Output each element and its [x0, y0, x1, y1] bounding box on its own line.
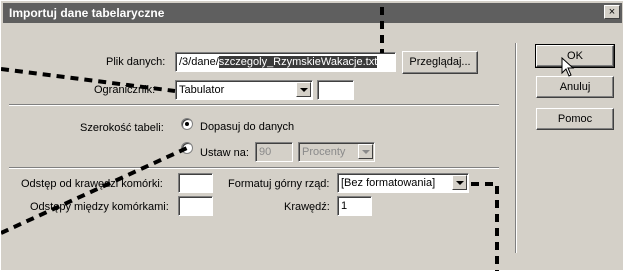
format-row-label: Formatuj górny rząd:	[228, 178, 330, 190]
set-width-label: Ustaw na:	[200, 147, 249, 159]
delimiter-label: Ogranicznik:	[94, 84, 156, 96]
border-input[interactable]: 1	[337, 196, 372, 216]
table-width-label: Szerokość tabeli:	[80, 122, 164, 134]
file-label: Plik danych:	[106, 56, 166, 68]
chevron-down-icon[interactable]	[452, 175, 467, 190]
dialog-title: Importuj dane tabelaryczne	[9, 6, 165, 20]
delimiter-select[interactable]: Tabulator	[175, 80, 313, 100]
callout-lines	[1, 7, 499, 271]
cell-padding-input[interactable]	[178, 173, 213, 193]
fit-to-data-radio[interactable]	[181, 118, 193, 130]
cell-spacing-label: Odstępy między komórkami:	[30, 201, 169, 213]
separator	[9, 104, 499, 106]
cell-spacing-input[interactable]	[178, 196, 213, 216]
chevron-down-icon[interactable]	[296, 82, 311, 97]
file-path-selected: szczegoly_RzymskieWakacje.txt	[218, 56, 378, 68]
close-button[interactable]: ×	[604, 5, 620, 19]
close-icon: ×	[608, 6, 616, 18]
import-table-dialog: Importuj dane tabelaryczne × Plik danych…	[0, 0, 623, 271]
format-row-value: [Bez formatowania]	[341, 177, 436, 189]
format-row-select[interactable]: [Bez formatowania]	[337, 173, 469, 193]
browse-button[interactable]: Przeglądaj...	[402, 51, 478, 74]
cancel-button[interactable]: Anuluj	[536, 76, 614, 98]
width-value-input[interactable]: 90	[255, 142, 293, 162]
help-button[interactable]: Pomoc	[536, 108, 614, 130]
vertical-separator	[515, 43, 517, 253]
callout-line-format-row	[471, 182, 499, 271]
mouse-pointer-icon	[561, 57, 575, 77]
chevron-down-icon[interactable]	[358, 144, 373, 159]
title-bar: Importuj dane tabelaryczne ×	[3, 3, 622, 23]
fit-to-data-label: Dopasuj do danych	[200, 121, 295, 133]
set-width-radio[interactable]	[181, 142, 193, 154]
width-unit-value: Procenty	[302, 146, 346, 158]
width-unit-select[interactable]: Procenty	[298, 142, 375, 162]
separator	[9, 167, 499, 169]
delimiter-value: Tabulator	[179, 84, 225, 96]
file-path-prefix: /3/dane/	[179, 56, 219, 68]
file-path-input[interactable]: /3/dane/szczegoly_RzymskieWakacje.txt	[175, 52, 396, 72]
delimiter-other-input[interactable]	[317, 80, 354, 100]
cell-padding-label: Odstęp od krawędzi komórki:	[21, 178, 163, 190]
border-label: Krawędź:	[284, 201, 330, 213]
ok-button[interactable]: OK	[535, 44, 615, 68]
